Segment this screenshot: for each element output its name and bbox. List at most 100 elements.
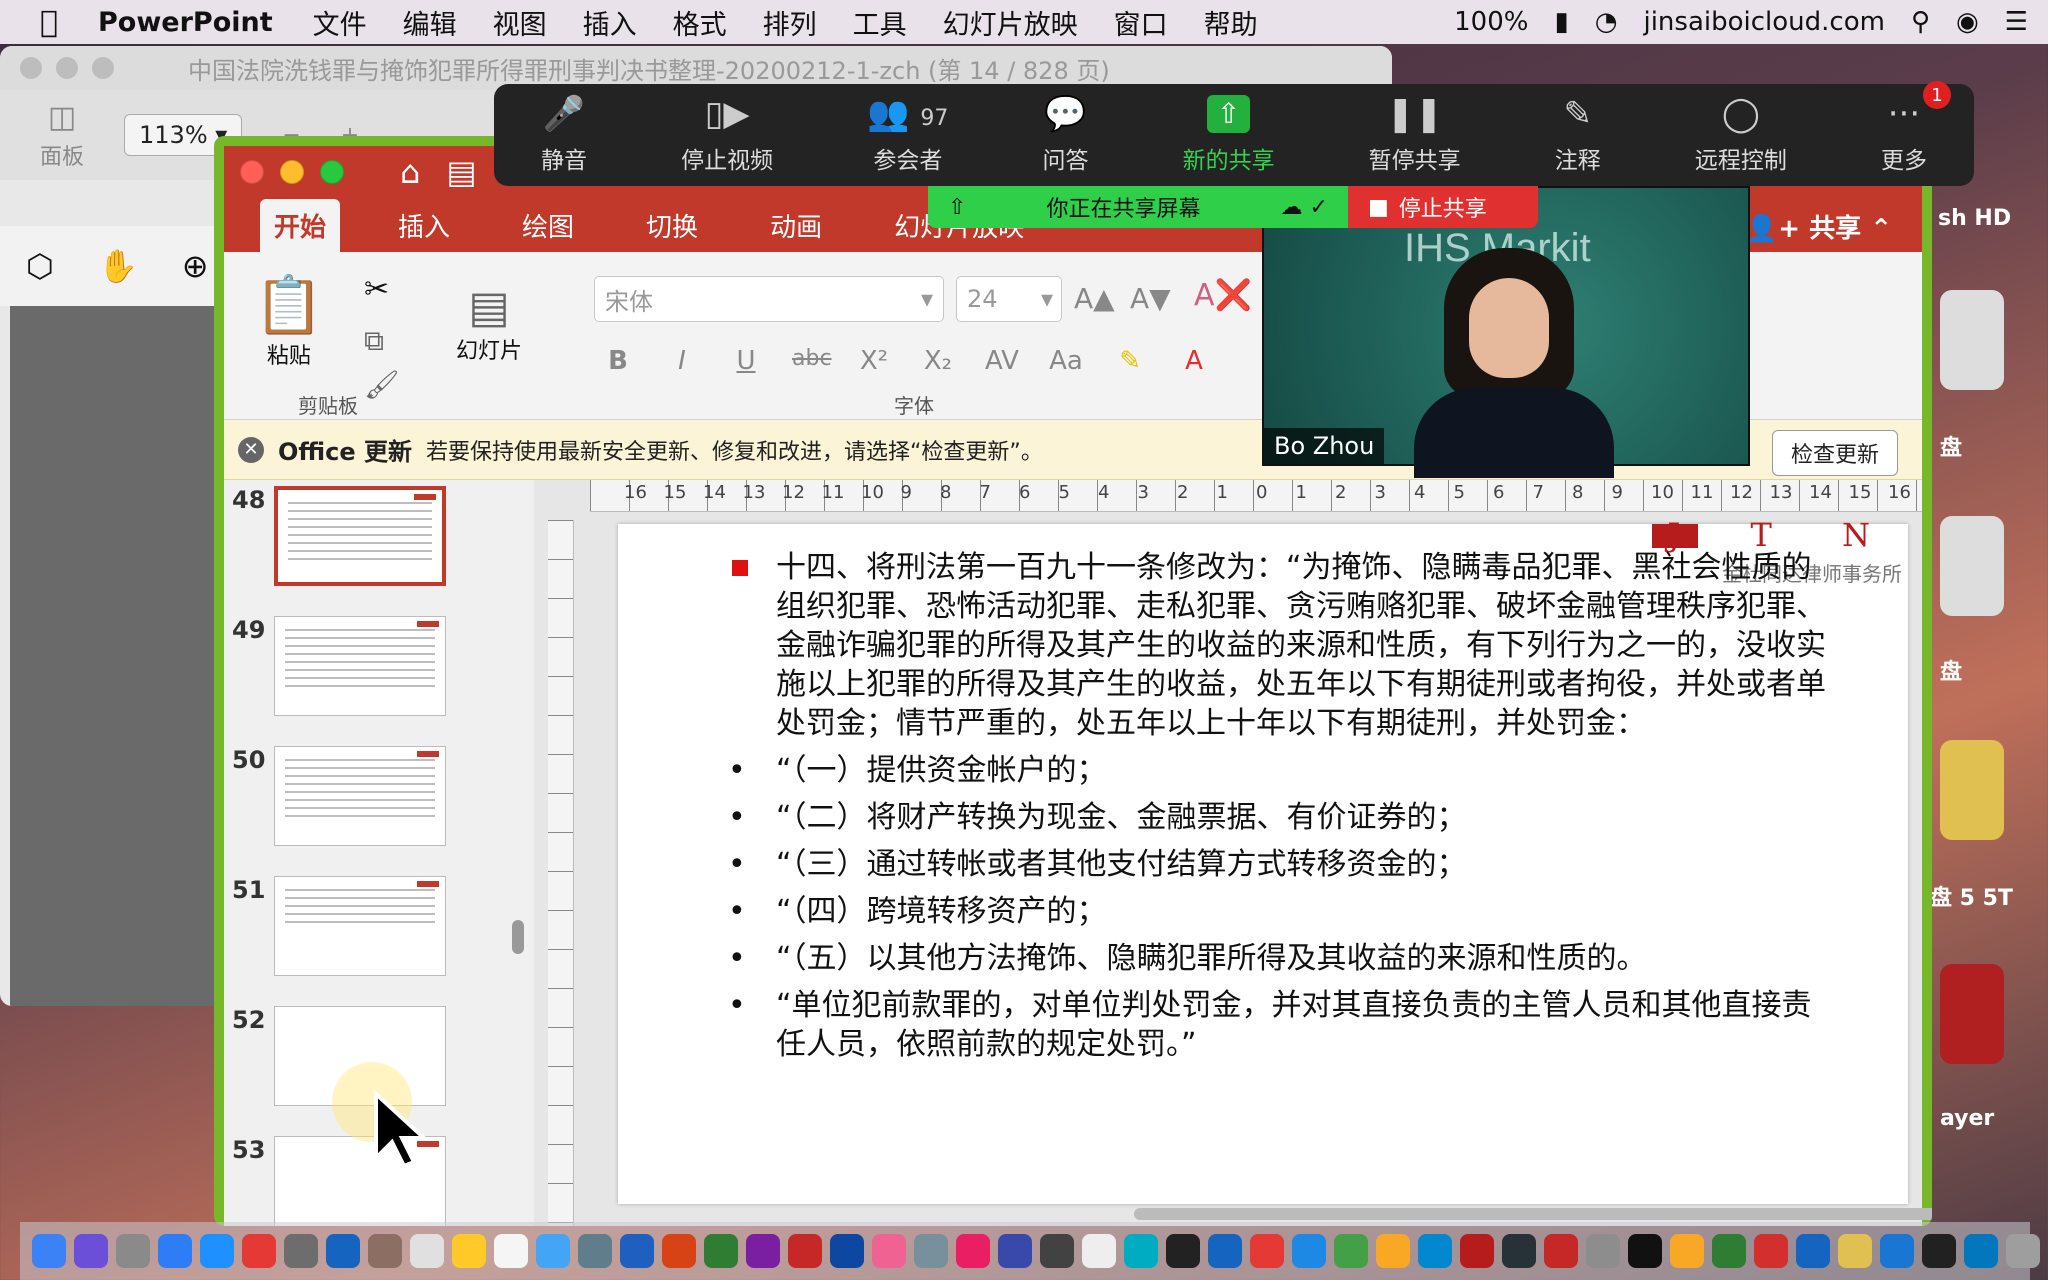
dock-app-icon[interactable] xyxy=(1754,1234,1788,1268)
dock-app-icon[interactable] xyxy=(914,1234,948,1268)
participant-video[interactable]: IHS Markit Bo Zhou xyxy=(1262,186,1750,478)
dock-app-icon[interactable] xyxy=(74,1234,108,1268)
minimize-button[interactable] xyxy=(280,160,304,184)
dock-app-icon[interactable] xyxy=(872,1234,906,1268)
zoom-tool-icon[interactable]: ⊕ xyxy=(182,247,209,285)
dock-app-icon[interactable] xyxy=(1880,1234,1914,1268)
dock-app-icon[interactable] xyxy=(242,1234,276,1268)
drive-icon[interactable] xyxy=(1940,740,2004,840)
menu-edit[interactable]: 编辑 xyxy=(403,3,457,42)
dock-app-icon[interactable] xyxy=(704,1234,738,1268)
underline-icon[interactable]: U xyxy=(728,346,764,376)
dock-app-icon[interactable] xyxy=(998,1234,1032,1268)
dock-app-icon[interactable] xyxy=(746,1234,780,1268)
participants-button[interactable]: 👥 97 参会者 xyxy=(867,95,948,175)
drive-icon[interactable] xyxy=(1940,290,2004,390)
slide-thumbnail[interactable] xyxy=(274,486,446,586)
mute-button[interactable]: 🎤 静音 xyxy=(541,95,587,175)
grow-font-icon[interactable]: A▲ xyxy=(1074,282,1115,315)
dock-app-icon[interactable] xyxy=(1838,1234,1872,1268)
font-size-select[interactable]: 24 ▾ xyxy=(956,276,1062,322)
font-color-icon[interactable]: A xyxy=(1176,346,1212,376)
dock-app-icon[interactable] xyxy=(410,1234,444,1268)
dock-app-icon[interactable] xyxy=(2006,1234,2040,1268)
strikethrough-icon[interactable]: abc xyxy=(792,346,832,376)
home-icon[interactable]: ⌂ xyxy=(400,153,420,191)
dock-app-icon[interactable] xyxy=(158,1234,192,1268)
subscript-icon[interactable]: X₂ xyxy=(920,346,956,376)
dock-app-icon[interactable] xyxy=(32,1234,66,1268)
dock-app-icon[interactable] xyxy=(830,1234,864,1268)
dock-app-icon[interactable] xyxy=(1376,1234,1410,1268)
format-painter-icon[interactable]: 🖌 xyxy=(364,368,400,401)
dock-app-icon[interactable] xyxy=(284,1234,318,1268)
menu-tools[interactable]: 工具 xyxy=(853,3,907,42)
remote-control-button[interactable]: ◯ 远程控制 xyxy=(1695,95,1787,175)
dock-app-icon[interactable] xyxy=(494,1234,528,1268)
dock-app-icon[interactable] xyxy=(536,1234,570,1268)
hexagon-icon[interactable]: ⬡ xyxy=(26,247,54,285)
more-button[interactable]: ··· 更多 1 xyxy=(1881,81,1951,175)
stop-share-button[interactable]: ■ 停止共享 xyxy=(1348,186,1538,228)
zoom-dot[interactable] xyxy=(92,57,114,79)
change-case-icon[interactable]: Aa xyxy=(1048,346,1084,376)
dock-app-icon[interactable] xyxy=(1670,1234,1704,1268)
tab-animations[interactable]: 动画 xyxy=(756,199,836,252)
slide-thumbnail[interactable] xyxy=(274,876,446,976)
dock-app-icon[interactable] xyxy=(1964,1234,1998,1268)
char-spacing-icon[interactable]: AV xyxy=(984,346,1020,376)
siri-icon[interactable]: ◉ xyxy=(1956,7,1979,37)
dock-app-icon[interactable] xyxy=(1628,1234,1662,1268)
qa-button[interactable]: 💬 问答 xyxy=(1042,95,1088,175)
clock-icon[interactable]: ◔ xyxy=(1595,7,1618,37)
dock-app-icon[interactable] xyxy=(1292,1234,1326,1268)
dock-app-icon[interactable] xyxy=(1208,1234,1242,1268)
close-dot[interactable] xyxy=(20,57,42,79)
paste-button[interactable]: 📋 粘贴 xyxy=(254,272,324,370)
fullscreen-button[interactable] xyxy=(320,160,344,184)
dock-app-icon[interactable] xyxy=(1922,1234,1956,1268)
dock-app-icon[interactable] xyxy=(788,1234,822,1268)
dock-app-icon[interactable] xyxy=(1250,1234,1284,1268)
drive-icon[interactable] xyxy=(1940,516,2004,616)
dock-app-icon[interactable] xyxy=(1586,1234,1620,1268)
dock-app-icon[interactable] xyxy=(1796,1234,1830,1268)
italic-icon[interactable]: I xyxy=(664,346,700,376)
dock-app-icon[interactable] xyxy=(662,1234,696,1268)
menu-format[interactable]: 格式 xyxy=(673,3,727,42)
font-name-select[interactable]: 宋体 ▾ xyxy=(594,276,944,322)
dock-app-icon[interactable] xyxy=(326,1234,360,1268)
dock-app-icon[interactable] xyxy=(1544,1234,1578,1268)
dock-app-icon[interactable] xyxy=(1334,1234,1368,1268)
dock-app-icon[interactable] xyxy=(1712,1234,1746,1268)
menu-arrange[interactable]: 排列 xyxy=(763,3,817,42)
check-updates-button[interactable]: 检查更新 xyxy=(1771,430,1898,476)
shrink-font-icon[interactable]: A▼ xyxy=(1130,282,1171,315)
save-icon[interactable]: ▤ xyxy=(446,153,476,191)
horizontal-scrollbar[interactable] xyxy=(1134,1208,1932,1220)
dock-app-icon[interactable] xyxy=(200,1234,234,1268)
tab-transitions[interactable]: 切换 xyxy=(632,199,712,252)
highlight-icon[interactable]: ✎ xyxy=(1112,346,1148,376)
superscript-icon[interactable]: X² xyxy=(856,346,892,376)
tab-draw[interactable]: 绘图 xyxy=(508,199,588,252)
dock-app-icon[interactable] xyxy=(956,1234,990,1268)
dock-app-icon[interactable] xyxy=(1040,1234,1074,1268)
drive-icon[interactable] xyxy=(1940,964,2004,1064)
app-menu[interactable]: PowerPoint xyxy=(98,7,273,38)
dock-app-icon[interactable] xyxy=(1460,1234,1494,1268)
dock-app-icon[interactable] xyxy=(368,1234,402,1268)
pause-share-button[interactable]: ❚❚ 暂停共享 xyxy=(1369,95,1461,175)
dock-app-icon[interactable] xyxy=(578,1234,612,1268)
menu-window[interactable]: 窗口 xyxy=(1114,3,1168,42)
bold-icon[interactable]: B xyxy=(600,346,636,376)
thumbnail-scrollbar[interactable] xyxy=(512,920,524,954)
hand-tool-icon[interactable]: ✋ xyxy=(98,247,138,285)
dock-app-icon[interactable] xyxy=(1502,1234,1536,1268)
minimize-dot[interactable] xyxy=(56,57,78,79)
cut-icon[interactable]: ✂ xyxy=(364,272,389,307)
dock-app-icon[interactable] xyxy=(620,1234,654,1268)
menu-file[interactable]: 文件 xyxy=(313,3,367,42)
slide-thumbnail[interactable] xyxy=(274,616,446,716)
slide-thumbnail[interactable] xyxy=(274,746,446,846)
